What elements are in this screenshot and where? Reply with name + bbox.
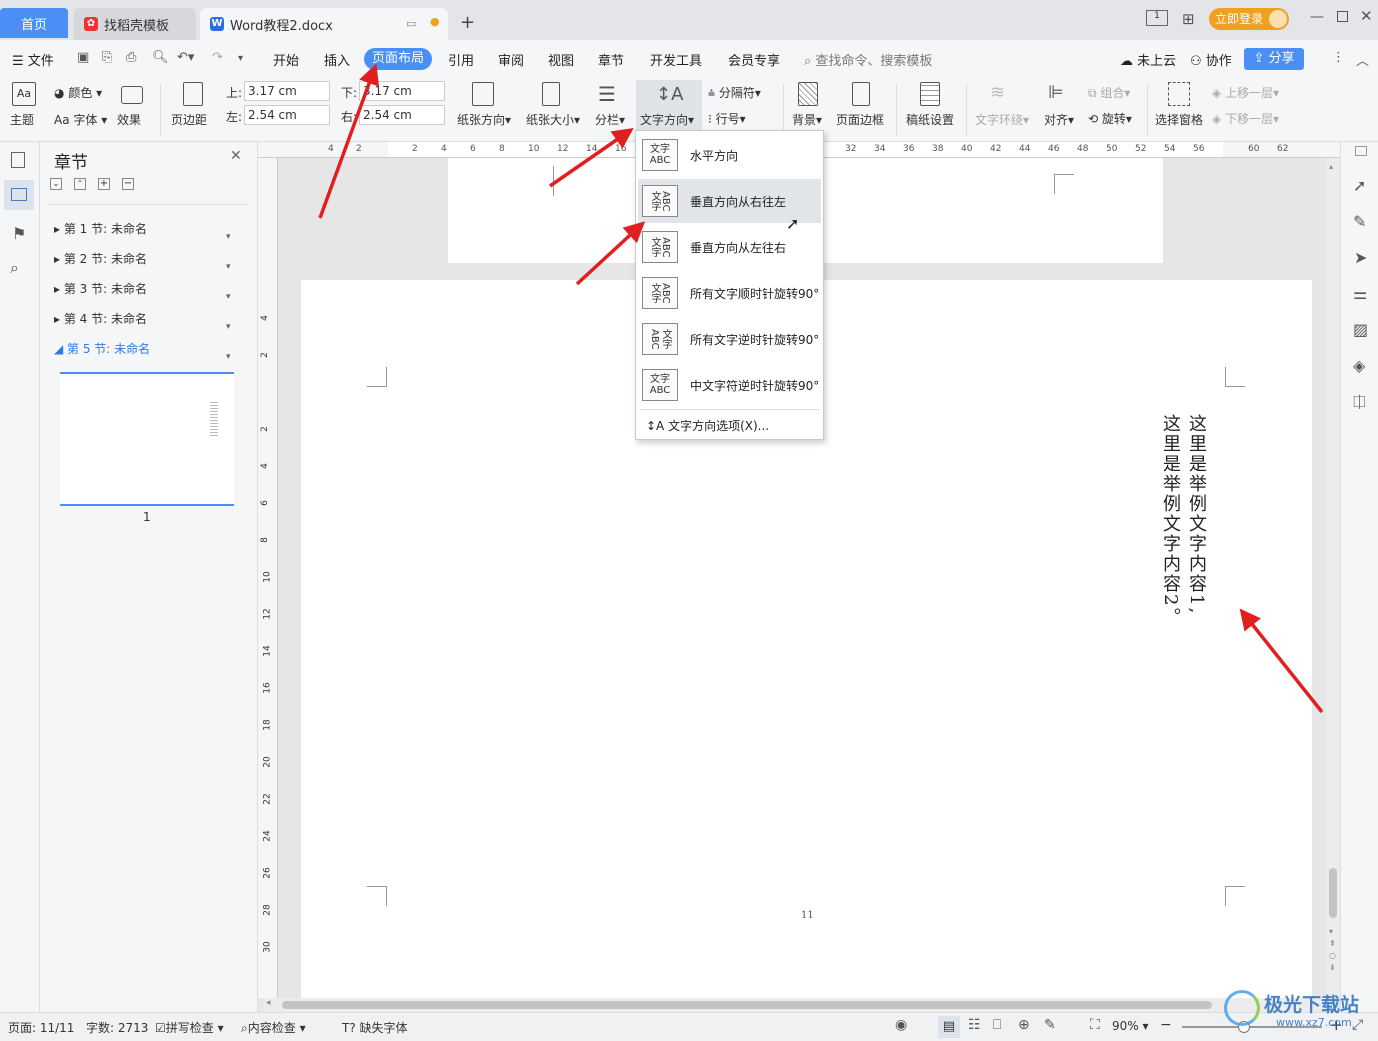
web-view-icon[interactable]: ⊕ — [1018, 1017, 1030, 1033]
arrow-to-vertical-rtl — [575, 221, 646, 286]
missing-font-icon: T? — [342, 1021, 356, 1035]
watermark-logo: 极光下载站 www.xz7.com — [1224, 988, 1374, 1034]
word-count[interactable]: 字数: 2713 — [86, 1019, 148, 1036]
zoom-out-button[interactable]: − — [1160, 1017, 1172, 1033]
annotation-arrows — [318, 63, 1324, 714]
arrow-to-page-layout — [318, 63, 380, 219]
content-check-icon: ⌕ — [241, 1021, 248, 1035]
checkbox-icon: ☑ — [155, 1021, 166, 1035]
watermark-swirl-icon — [1224, 990, 1260, 1026]
content-check-button[interactable]: ⌕内容检查 ▾ — [241, 1019, 306, 1036]
missing-font-button[interactable]: T? 缺失字体 — [342, 1019, 408, 1036]
page-indicator[interactable]: 页面: 11/11 — [8, 1019, 74, 1036]
watermark-name: 极光下载站 — [1264, 994, 1360, 1016]
zoom-level[interactable]: 90% ▾ — [1112, 1019, 1149, 1033]
reading-view-icon[interactable]: ⎕ — [993, 1017, 1001, 1033]
watermark-url: www.xz7.com — [1276, 1016, 1352, 1029]
status-bar: 页面: 11/11 字数: 2713 ☑拼写检查 ▾ ⌕内容检查 ▾ T? 缺失… — [0, 1012, 1378, 1041]
fit-page-icon[interactable]: ⛶ — [1090, 1017, 1100, 1033]
page-view-icon[interactable]: ▤ — [938, 1016, 960, 1038]
spell-check-button[interactable]: ☑拼写检查 ▾ — [155, 1019, 224, 1036]
outline-view-icon[interactable]: ☷ — [968, 1017, 981, 1033]
eye-protection-icon[interactable]: ◉ — [895, 1017, 907, 1033]
arrow-to-text-direction — [549, 128, 634, 188]
arrow-to-vertical-text — [1239, 608, 1324, 714]
write-view-icon[interactable]: ✎ — [1044, 1017, 1056, 1033]
